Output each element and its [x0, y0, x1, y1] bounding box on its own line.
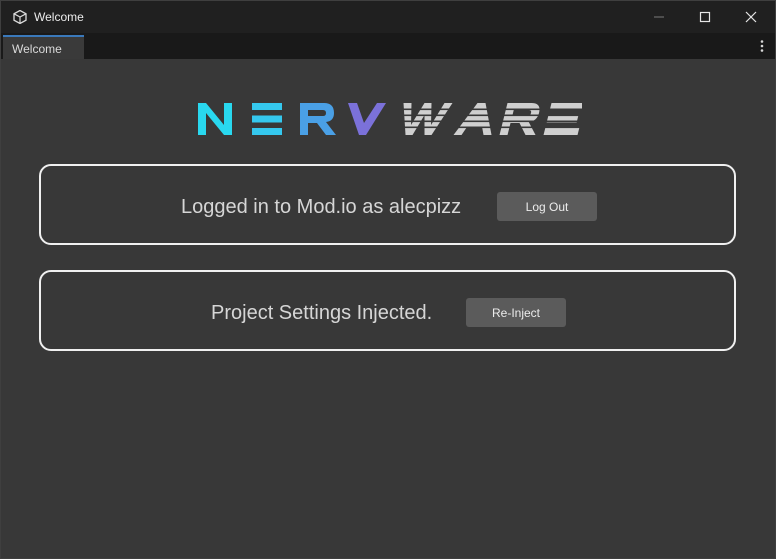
log-out-button[interactable]: Log Out [497, 192, 597, 221]
editor-window: Welcome Welcome Logged in to Mod.io as a… [0, 0, 776, 559]
project-settings-status-text: Project Settings Injected. [211, 302, 433, 324]
kebab-menu-icon[interactable] [757, 39, 767, 53]
close-button[interactable] [728, 1, 774, 33]
maximize-icon [699, 11, 711, 23]
maximize-button[interactable] [682, 1, 728, 33]
tab-bar: Welcome [1, 33, 775, 59]
minimize-button[interactable] [636, 1, 682, 33]
login-status-text: Logged in to Mod.io as alecpizz [181, 196, 462, 218]
re-inject-button[interactable]: Re-Inject [466, 298, 566, 327]
unity-logo-icon [13, 10, 27, 24]
minimize-icon [654, 16, 664, 18]
window-title: Welcome [34, 10, 84, 24]
close-icon [745, 11, 757, 23]
welcome-content: Logged in to Mod.io as alecpizz Log Out … [1, 59, 775, 558]
account-panel: Logged in to Mod.io as alecpizz Log Out [39, 164, 736, 245]
nervware-logo [198, 103, 582, 135]
tab-welcome[interactable]: Welcome [3, 35, 84, 59]
title-bar[interactable]: Welcome [1, 1, 775, 33]
project-settings-panel: Project Settings Injected. Re-Inject [39, 270, 736, 351]
